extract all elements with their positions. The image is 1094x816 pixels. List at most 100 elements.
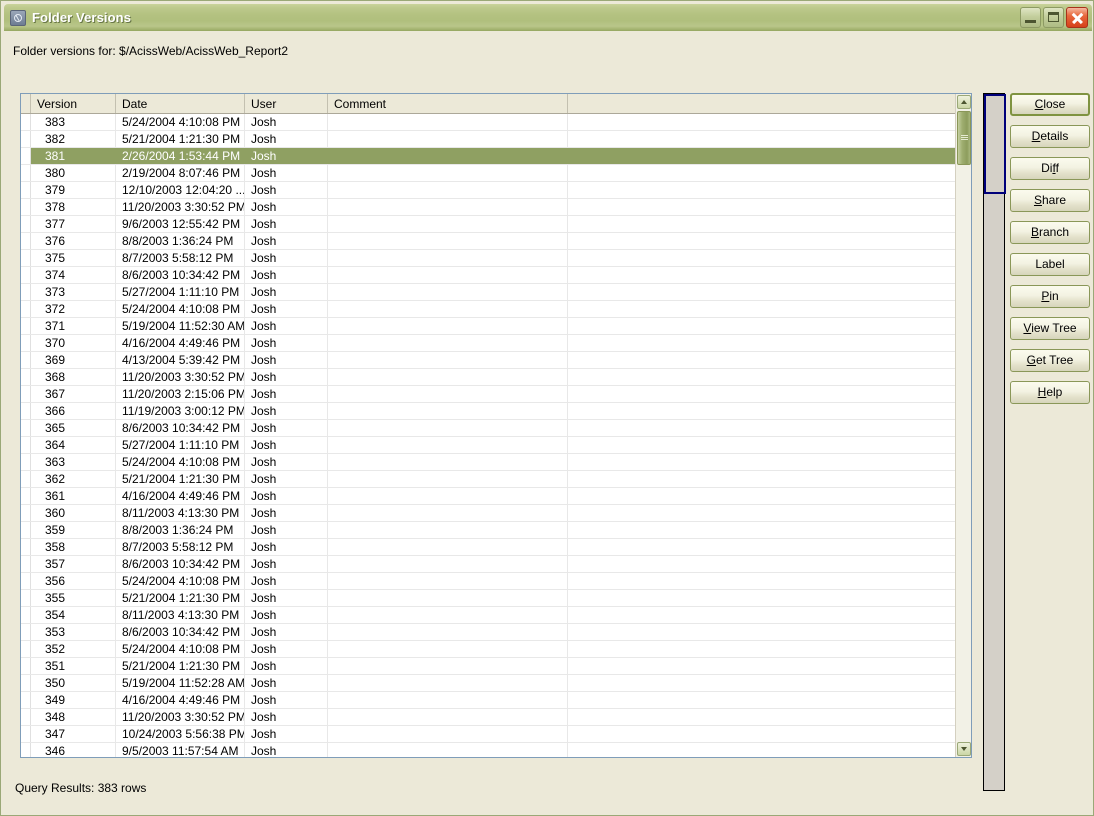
table-row[interactable]: 366 11/19/2003 3:00:12 PM Josh [21, 403, 971, 420]
table-row[interactable]: 358 8/7/2003 5:58:12 PM Josh [21, 539, 971, 556]
table-row[interactable]: 381 2/26/2004 1:53:44 PM Josh [21, 148, 971, 165]
table-row[interactable]: 383 5/24/2004 4:10:08 PM Josh [21, 114, 971, 131]
row-gutter [21, 658, 31, 674]
cell-version: 363 [31, 454, 116, 470]
scrollbar-thumb[interactable] [957, 111, 971, 165]
cell-filler [568, 454, 971, 470]
table-row[interactable]: 376 8/8/2003 1:36:24 PM Josh [21, 233, 971, 250]
cell-version: 346 [31, 743, 116, 757]
maximize-button[interactable] [1043, 7, 1064, 28]
pin-button[interactable]: Pin [1010, 285, 1090, 308]
cell-date: 5/19/2004 11:52:28 AM [116, 675, 245, 691]
table-row[interactable]: 355 5/21/2004 1:21:30 PM Josh [21, 590, 971, 607]
table-row[interactable]: 374 8/6/2003 10:34:42 PM Josh [21, 267, 971, 284]
view-tree-button[interactable]: View Tree [1010, 317, 1090, 340]
cell-date: 11/20/2003 3:30:52 PM [116, 369, 245, 385]
cell-version: 353 [31, 624, 116, 640]
cell-date: 5/21/2004 1:21:30 PM [116, 590, 245, 606]
cell-filler [568, 556, 971, 572]
table-row[interactable]: 347 10/24/2003 5:56:38 PM Josh [21, 726, 971, 743]
row-gutter [21, 403, 31, 419]
grid-vertical-scrollbar[interactable] [955, 94, 971, 757]
cell-filler [568, 131, 971, 147]
details-button[interactable]: Details [1010, 125, 1090, 148]
minimize-button[interactable] [1020, 7, 1041, 28]
label-button[interactable]: Label [1010, 253, 1090, 276]
table-row[interactable]: 373 5/27/2004 1:11:10 PM Josh [21, 284, 971, 301]
table-row[interactable]: 351 5/21/2004 1:21:30 PM Josh [21, 658, 971, 675]
table-row[interactable]: 362 5/21/2004 1:21:30 PM Josh [21, 471, 971, 488]
table-row[interactable]: 371 5/19/2004 11:52:30 AM Josh [21, 318, 971, 335]
cell-user: Josh [245, 250, 328, 266]
table-row[interactable]: 375 8/7/2003 5:58:12 PM Josh [21, 250, 971, 267]
accelerator-char: C [1034, 97, 1044, 111]
table-row[interactable]: 359 8/8/2003 1:36:24 PM Josh [21, 522, 971, 539]
table-row[interactable]: 349 4/16/2004 4:49:46 PM Josh [21, 692, 971, 709]
table-row[interactable]: 365 8/6/2003 10:34:42 PM Josh [21, 420, 971, 437]
table-row[interactable]: 370 4/16/2004 4:49:46 PM Josh [21, 335, 971, 352]
table-row[interactable]: 361 4/16/2004 4:49:46 PM Josh [21, 488, 971, 505]
cell-version: 347 [31, 726, 116, 742]
cell-filler [568, 301, 971, 317]
table-row[interactable]: 356 5/24/2004 4:10:08 PM Josh [21, 573, 971, 590]
column-header-user[interactable]: User [245, 94, 328, 113]
cell-user: Josh [245, 284, 328, 300]
column-header-date[interactable]: Date [116, 94, 245, 113]
splitter-focus-handle[interactable] [984, 94, 1006, 194]
cell-filler [568, 743, 971, 757]
table-row[interactable]: 364 5/27/2004 1:11:10 PM Josh [21, 437, 971, 454]
row-gutter [21, 131, 31, 147]
scroll-up-arrow-icon[interactable] [957, 95, 971, 109]
scroll-down-arrow-icon[interactable] [957, 742, 971, 756]
table-row[interactable]: 379 12/10/2003 12:04:20 ... Josh [21, 182, 971, 199]
table-row[interactable]: 380 2/19/2004 8:07:46 PM Josh [21, 165, 971, 182]
cell-date: 9/6/2003 12:55:42 PM [116, 216, 245, 232]
cell-user: Josh [245, 556, 328, 572]
cell-comment [328, 437, 568, 453]
table-row[interactable]: 363 5/24/2004 4:10:08 PM Josh [21, 454, 971, 471]
cell-comment [328, 590, 568, 606]
title-bar[interactable]: Folder Versions [4, 4, 1092, 31]
table-row[interactable]: 350 5/19/2004 11:52:28 AM Josh [21, 675, 971, 692]
table-row[interactable]: 348 11/20/2003 3:30:52 PM Josh [21, 709, 971, 726]
table-row[interactable]: 353 8/6/2003 10:34:42 PM Josh [21, 624, 971, 641]
cell-comment [328, 114, 568, 130]
table-row[interactable]: 360 8/11/2003 4:13:30 PM Josh [21, 505, 971, 522]
table-row[interactable]: 357 8/6/2003 10:34:42 PM Josh [21, 556, 971, 573]
cell-comment [328, 131, 568, 147]
table-row[interactable]: 368 11/20/2003 3:30:52 PM Josh [21, 369, 971, 386]
cell-date: 5/24/2004 4:10:08 PM [116, 573, 245, 589]
table-row[interactable]: 372 5/24/2004 4:10:08 PM Josh [21, 301, 971, 318]
branch-button[interactable]: Branch [1010, 221, 1090, 244]
cell-user: Josh [245, 403, 328, 419]
window-title: Folder Versions [32, 10, 132, 25]
column-header-comment[interactable]: Comment [328, 94, 568, 113]
table-row[interactable]: 377 9/6/2003 12:55:42 PM Josh [21, 216, 971, 233]
column-header-version[interactable]: Version [31, 94, 116, 113]
panel-splitter[interactable] [983, 93, 1006, 791]
table-row[interactable]: 352 5/24/2004 4:10:08 PM Josh [21, 641, 971, 658]
cell-comment [328, 709, 568, 725]
close-button[interactable] [1066, 7, 1088, 28]
cell-date: 8/7/2003 5:58:12 PM [116, 250, 245, 266]
table-row[interactable]: 354 8/11/2003 4:13:30 PM Josh [21, 607, 971, 624]
table-row[interactable]: 367 11/20/2003 2:15:06 PM Josh [21, 386, 971, 403]
row-gutter [21, 573, 31, 589]
versions-grid[interactable]: Version Date User Comment 383 5/24/2004 4… [20, 93, 972, 758]
help-button[interactable]: Help [1010, 381, 1090, 404]
diff-button[interactable]: Diff [1010, 157, 1090, 180]
cell-user: Josh [245, 505, 328, 521]
folder-path-label: Folder versions for: $/AcissWeb/AcissWeb… [13, 44, 288, 58]
cell-filler [568, 420, 971, 436]
close-button[interactable]: Close [1010, 93, 1090, 116]
table-row[interactable]: 346 9/5/2003 11:57:54 AM Josh [21, 743, 971, 757]
table-row[interactable]: 382 5/21/2004 1:21:30 PM Josh [21, 131, 971, 148]
cell-date: 5/21/2004 1:21:30 PM [116, 131, 245, 147]
cell-comment [328, 624, 568, 640]
get-tree-button[interactable]: Get Tree [1010, 349, 1090, 372]
table-row[interactable]: 378 11/20/2003 3:30:52 PM Josh [21, 199, 971, 216]
table-row[interactable]: 369 4/13/2004 5:39:42 PM Josh [21, 352, 971, 369]
share-button[interactable]: Share [1010, 189, 1090, 212]
cell-comment [328, 658, 568, 674]
cell-filler [568, 709, 971, 725]
